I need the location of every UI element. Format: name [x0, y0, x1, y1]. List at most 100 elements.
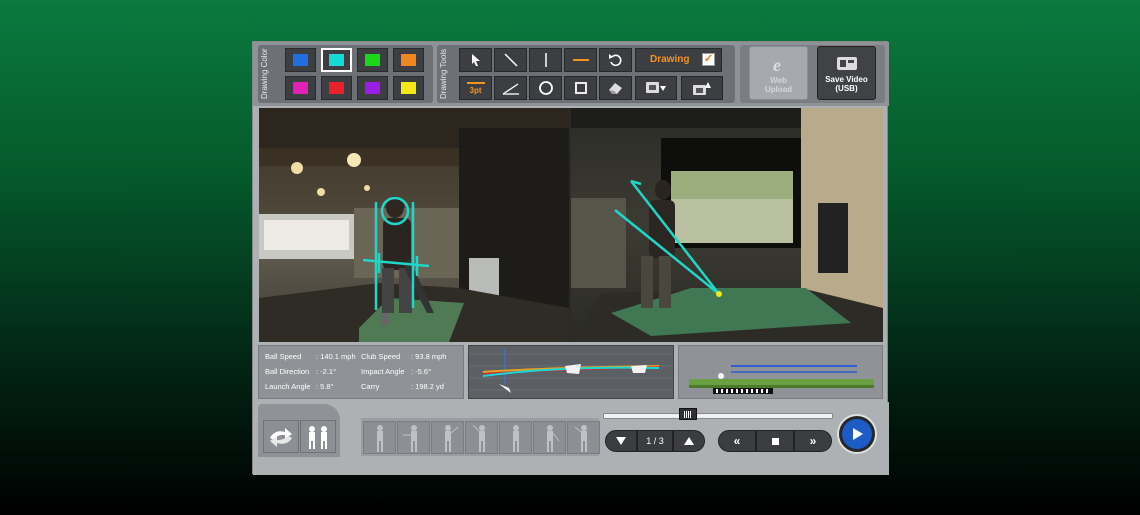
- triangle-up-icon: [684, 437, 694, 445]
- save-video-label-line2: (USB): [835, 84, 858, 93]
- undo-icon: [608, 54, 621, 67]
- triangle-down-icon: [616, 437, 626, 445]
- drawing-color-label: Drawing Color: [260, 48, 269, 100]
- line-width-tool[interactable]: 3pt: [459, 76, 492, 100]
- swing-analyzer-app: Drawing Color Drawing Tools Drawing ✓ 3p…: [252, 41, 889, 475]
- undo-tool[interactable]: [599, 48, 632, 72]
- fast-forward-button[interactable]: »: [794, 430, 832, 452]
- golfer-pose-icon: [574, 425, 587, 452]
- next-page-button[interactable]: [673, 430, 705, 452]
- pointer-icon: [471, 54, 480, 66]
- carry-value: : 198.2 yd: [411, 382, 444, 391]
- drawing-toggle[interactable]: Drawing ✓: [635, 48, 722, 72]
- toolbar: Drawing Color Drawing Tools Drawing ✓ 3p…: [253, 42, 889, 106]
- save-drawing-icon: [646, 82, 666, 93]
- pointer-tool[interactable]: [459, 48, 492, 72]
- drawing-toggle-label: Drawing: [650, 54, 690, 65]
- swing-frame-impact[interactable]: [499, 421, 532, 454]
- swing-frame-follow-through[interactable]: [533, 421, 566, 454]
- save-drawing-tool[interactable]: [635, 76, 677, 100]
- club-speed-value: : 93.8 mph: [411, 352, 447, 361]
- video-area: [259, 108, 883, 342]
- swing-frame-top[interactable]: [465, 421, 498, 454]
- drawing-color-panel: Drawing Color: [258, 45, 433, 103]
- swing-frame-takeaway[interactable]: [397, 421, 430, 454]
- prev-page-button[interactable]: [605, 430, 637, 452]
- trajectory-graphic: [469, 349, 673, 393]
- ball-direction-value: : -2.1°: [316, 367, 337, 376]
- carry-label: Carry: [361, 382, 380, 391]
- side-view-scene: [571, 108, 883, 342]
- web-upload-button[interactable]: e Web Upload: [749, 46, 808, 100]
- horizontal-line-icon: [572, 59, 589, 61]
- color-swatch-yellow[interactable]: [393, 76, 424, 100]
- playback-controls: 1 / 3 « »: [253, 402, 889, 475]
- scrub-track[interactable]: [603, 413, 833, 419]
- drawing-tools-panel: Drawing Tools Drawing ✓ 3pt: [437, 45, 735, 103]
- swap-arrows-icon: [270, 427, 292, 447]
- export-drawing-tool[interactable]: [681, 76, 723, 100]
- circle-icon: [538, 81, 553, 95]
- color-swatch-green[interactable]: [357, 48, 388, 72]
- vertical-line-icon: [544, 53, 547, 67]
- vertical-line-tool[interactable]: [529, 48, 562, 72]
- club-speed-label: Club Speed: [361, 352, 401, 361]
- web-upload-icon: e: [773, 55, 781, 75]
- golfer-pose-icon: [512, 425, 519, 452]
- side-view-video[interactable]: [571, 108, 883, 342]
- dual-view-button[interactable]: [300, 420, 336, 453]
- launch-angle-value: : 5.8°: [316, 382, 334, 391]
- web-upload-label-line1: Web: [770, 76, 787, 85]
- swing-frame-finish[interactable]: [567, 421, 600, 454]
- golfer-pose-icon: [376, 425, 383, 452]
- rewind-button[interactable]: «: [718, 430, 756, 452]
- angle-tool[interactable]: [494, 76, 527, 100]
- export-drawing-icon: [693, 82, 711, 95]
- svg-text:e: e: [773, 55, 781, 74]
- golfer-pose-icon: [444, 425, 458, 452]
- color-swatch-blue[interactable]: [285, 48, 316, 72]
- save-video-label-line1: Save Video: [825, 75, 868, 84]
- line-width-icon: [466, 81, 485, 84]
- circle-tool[interactable]: [529, 76, 562, 100]
- usb-drive-icon: [836, 57, 857, 70]
- front-view-video[interactable]: [259, 108, 569, 342]
- fast-forward-icon: »: [809, 434, 817, 448]
- swing-frame-backswing[interactable]: [431, 421, 464, 454]
- line-width-label: 3pt: [469, 85, 482, 95]
- play-button-face: [842, 419, 872, 449]
- impact-angle-value: : -5.6°: [411, 367, 432, 376]
- color-swatch-magenta[interactable]: [285, 76, 316, 100]
- color-swatch-cyan[interactable]: [321, 48, 352, 72]
- swap-view-button[interactable]: [263, 420, 299, 453]
- ball-flight-side-view: [678, 345, 883, 399]
- color-swatch-red[interactable]: [321, 76, 352, 100]
- golfer-pose-icon: [546, 425, 559, 452]
- impact-angle-label: Impact Angle: [361, 367, 405, 376]
- eraser-tool[interactable]: [599, 76, 632, 100]
- page-indicator: 1 / 3: [637, 430, 673, 452]
- launch-angle-label: Launch Angle: [265, 382, 311, 391]
- rewind-icon: «: [733, 434, 741, 448]
- color-swatch-orange[interactable]: [393, 48, 424, 72]
- play-button[interactable]: [837, 414, 877, 454]
- shot-stats-panel: Ball Speed : 140.1 mph Club Speed : 93.8…: [258, 345, 464, 399]
- golfer-pose-icon: [402, 425, 417, 452]
- scrub-handle[interactable]: [678, 408, 697, 420]
- diagonal-line-icon: [503, 53, 518, 67]
- square-tool[interactable]: [564, 76, 597, 100]
- color-swatch-purple[interactable]: [357, 76, 388, 100]
- diagonal-line-tool[interactable]: [494, 48, 527, 72]
- drawing-tools-label: Drawing Tools: [439, 48, 448, 100]
- drawing-checkbox[interactable]: ✓: [702, 53, 715, 66]
- horizontal-line-tool[interactable]: [564, 48, 597, 72]
- web-upload-label-line2: Upload: [764, 85, 793, 94]
- swing-frame-address[interactable]: [363, 421, 396, 454]
- save-video-usb-button[interactable]: Save Video (USB): [817, 46, 876, 100]
- flight-graphic: [689, 365, 874, 394]
- ball-speed-value: : 140.1 mph: [316, 352, 356, 361]
- stop-button[interactable]: [756, 430, 794, 452]
- front-view-scene: [259, 108, 569, 342]
- play-icon: [853, 428, 863, 440]
- golfer-pose-icon: [472, 424, 485, 452]
